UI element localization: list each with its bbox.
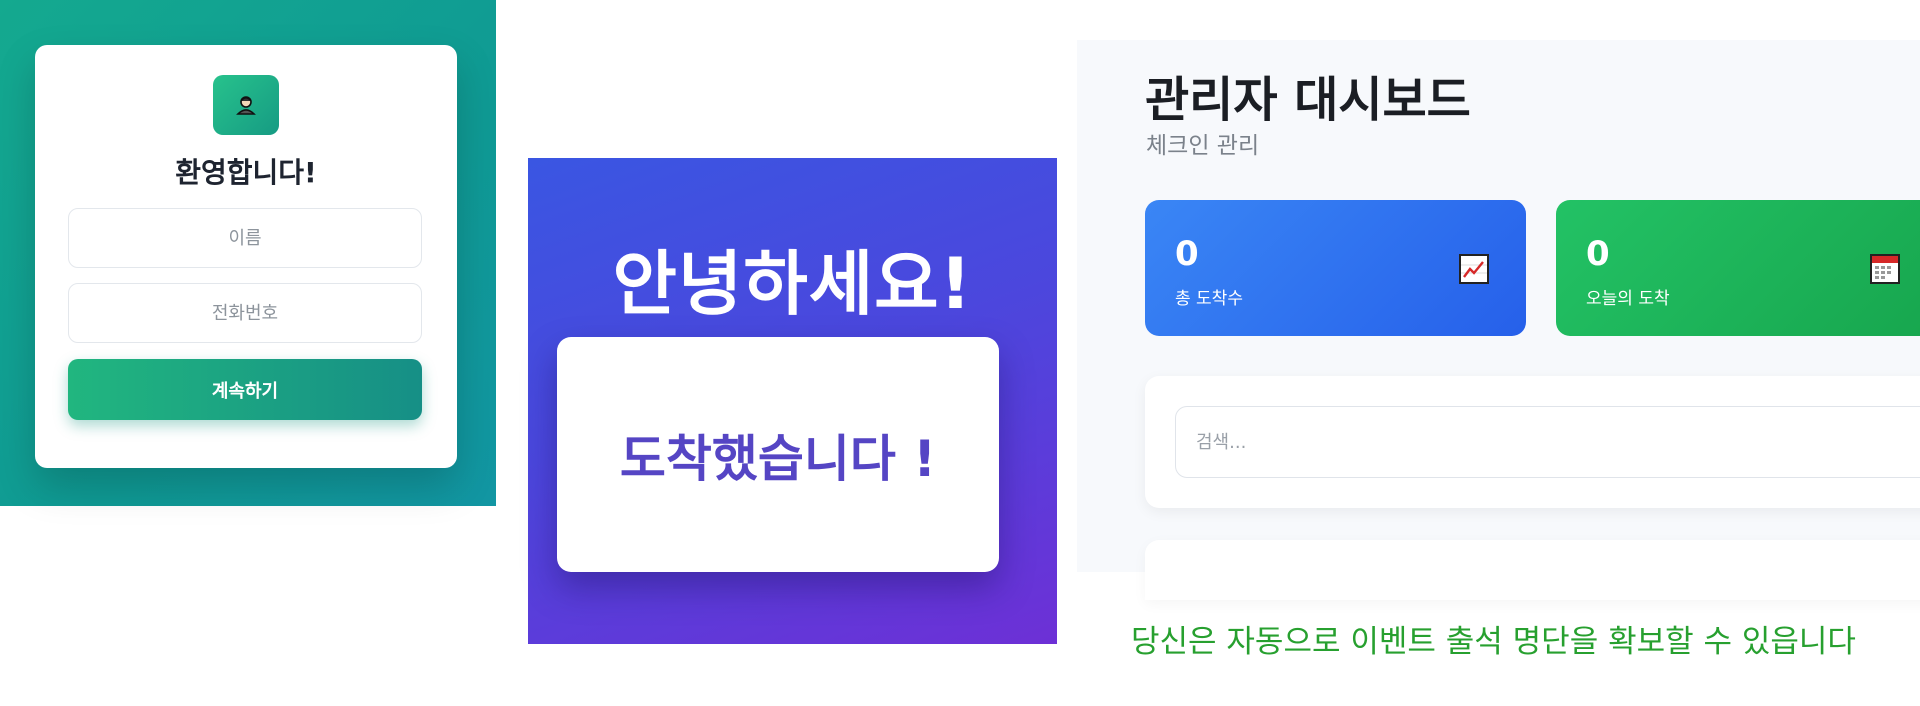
stat-label: 오늘의 도착	[1586, 289, 1670, 309]
stat-card-total-arrivals: 0 총 도착수	[1145, 200, 1526, 336]
login-panel: 환영합니다! 계속하기	[0, 0, 496, 506]
caption-text: 당신은 자동으로 이벤트 출석 명단을 확보할 수 있읍니다	[1131, 624, 1856, 660]
stat-card-today-arrivals: 0 오늘의 도착	[1556, 200, 1920, 336]
phone-field[interactable]	[68, 283, 422, 343]
arrival-message: 도착했습니다 !	[619, 429, 937, 488]
name-field[interactable]	[68, 208, 422, 268]
search-input[interactable]	[1175, 406, 1920, 478]
login-card: 환영합니다! 계속하기	[35, 45, 457, 468]
search-card	[1145, 376, 1920, 508]
dashboard-subtitle: 체크인 관리	[1146, 133, 1260, 159]
chart-increasing-icon	[1459, 254, 1489, 284]
calendar-icon	[1870, 254, 1900, 284]
dashboard-panel: 관리자 대시보드 체크인 관리 0 총 도착수 0 오늘의 도착	[1077, 40, 1920, 600]
greeting-panel: 안녕하세요! 도착했습니다 !	[528, 158, 1057, 644]
list-card	[1145, 540, 1920, 600]
stat-value: 0	[1586, 234, 1610, 274]
login-title: 환영합니다!	[175, 156, 317, 189]
stat-value: 0	[1175, 234, 1199, 274]
greeting-title: 안녕하세요!	[612, 243, 973, 325]
arrival-card: 도착했습니다 !	[557, 337, 999, 572]
user-avatar-icon	[213, 75, 279, 135]
dashboard-title: 관리자 대시보드	[1145, 72, 1471, 128]
stat-label: 총 도착수	[1175, 289, 1243, 309]
continue-button[interactable]: 계속하기	[68, 359, 422, 420]
